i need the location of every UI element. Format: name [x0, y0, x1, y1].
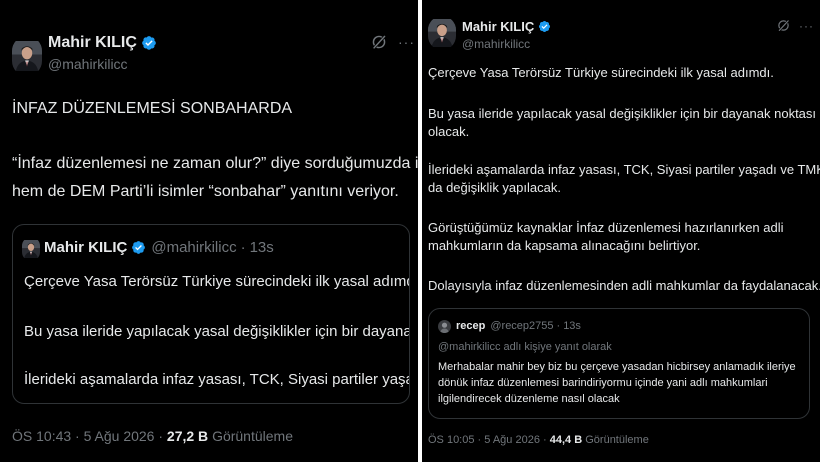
tweet-headline: İNFAZ DÜZENLEMESİ SONBAHARDA	[12, 100, 293, 117]
separator-dot: ·	[75, 428, 80, 444]
author-handle[interactable]: @mahirkilicc	[462, 37, 530, 51]
views-label: Görüntüleme	[585, 434, 649, 446]
more-icon[interactable]: ···	[398, 35, 415, 49]
tweet-time[interactable]: ÖS 10:05	[428, 434, 474, 446]
tweet-date[interactable]: 5 Ağu 2026	[84, 428, 155, 444]
grok-icon[interactable]	[370, 33, 388, 51]
tweet-text-line: mahkumların da kapsama alınacağını belir…	[428, 238, 701, 253]
quoted-avatar	[438, 320, 451, 333]
top-actions: ···	[776, 18, 814, 33]
quoted-text-line: Çerçeve Yasa Terörsüz Türkiye sürecindek…	[24, 273, 410, 290]
tweet-meta: ÖS 10:05 · 5 Ağu 2026 · 44,4 B Görüntüle…	[428, 434, 649, 446]
tweet-text-line: da değişiklik yapılacak.	[428, 180, 561, 195]
verified-badge-icon	[538, 20, 551, 33]
views-count: 44,4 B	[549, 434, 583, 446]
verified-badge-icon	[131, 240, 146, 255]
author-handle[interactable]: @mahirkilicc	[48, 56, 128, 72]
author-name[interactable]: Mahir KILIÇ	[48, 34, 137, 52]
views-label: Görüntüleme	[212, 428, 293, 444]
separator-dot: ·	[158, 428, 164, 444]
quoted-avatar	[22, 237, 40, 261]
more-icon[interactable]: ···	[799, 20, 814, 32]
quoted-text-line: ilgilendirecek düzenleme nasıl olacak	[438, 393, 620, 405]
tweet-time[interactable]: ÖS 10:43	[12, 428, 71, 444]
quoted-tweet[interactable]: Mahir KILIÇ @mahirkilicc · 13s Çerçeve Y…	[12, 224, 410, 404]
tweet-body-line: hem de DEM Parti’li isimler “sonbahar” y…	[12, 183, 399, 200]
quoted-header: Mahir KILIÇ @mahirkilicc · 13s	[44, 239, 274, 256]
tweet-meta: ÖS 10:43 · 5 Ağu 2026 · 27,2 B Görüntüle…	[12, 428, 293, 444]
quoted-text-line: Bu yasa ileride yapılacak yasal değişikl…	[24, 323, 409, 340]
quoted-author-name: recep	[456, 320, 486, 332]
right-tweet-panel: Mahir KILIÇ @mahirkilicc ··· Çerçeve Yas…	[422, 0, 820, 462]
top-actions: ···	[370, 33, 415, 51]
author-name-row[interactable]: Mahir KILIÇ	[462, 18, 551, 34]
quoted-author-handle: @mahirkilicc	[151, 239, 237, 256]
tweet-text-line: İlerideki aşamalarda infaz yasası, TCK, …	[428, 162, 820, 177]
quoted-text-line: İlerideki aşamalarda infaz yasası, TCK, …	[24, 371, 409, 388]
tweet-text-line: Çerçeve Yasa Terörsüz Türkiye sürecindek…	[428, 65, 774, 80]
tweet-text-line: Dolayısıyla infaz düzenlemesinden adli m…	[428, 278, 820, 293]
tweet-text-line: Bu yasa ileride yapılacak yasal değişikl…	[428, 106, 817, 121]
separator-dot: ·	[240, 239, 246, 256]
quoted-text-line: dönük infaz düzenlemesi barindiriyormu i…	[438, 377, 768, 389]
author-name[interactable]: Mahir KILIÇ	[462, 19, 534, 34]
quoted-tweet[interactable]: recep @recep2755 · 13s @mahirkilicc adlı…	[428, 308, 810, 419]
avatar[interactable]	[12, 36, 42, 76]
quoted-author-handle: @recep2755	[490, 320, 554, 332]
avatar[interactable]	[428, 16, 456, 50]
quoted-time: 13s	[249, 239, 274, 256]
quoted-author-name: Mahir KILIÇ	[44, 239, 128, 256]
left-tweet-panel: Mahir KILIÇ @mahirkilicc ··· İNFAZ DÜZEN…	[0, 0, 418, 462]
tweet-date[interactable]: 5 Ağu 2026	[484, 434, 540, 446]
quoted-time: 13s	[563, 320, 581, 332]
quoted-header: recep @recep2755 · 13s	[456, 320, 581, 332]
separator-dot: ·	[477, 434, 482, 446]
separator-dot: ·	[556, 320, 561, 332]
tweet-text-line: olacak.	[428, 124, 470, 139]
reply-note: @mahirkilicc adlı kişiye yanıt olarak	[438, 341, 612, 353]
views-count: 27,2 B	[166, 428, 209, 444]
tweet-text-line: Görüştüğümüz kaynaklar İnfaz düzenlemesi…	[428, 220, 784, 235]
grok-icon[interactable]	[776, 18, 791, 33]
verified-badge-icon	[141, 35, 157, 51]
quoted-text-line: Merhabalar mahir bey biz bu çerçeve yasa…	[438, 361, 796, 373]
author-name-row[interactable]: Mahir KILIÇ	[48, 33, 157, 53]
separator-dot: ·	[543, 434, 547, 446]
tweet-body-line: “İnfaz düzenlemesi ne zaman olur?” diye …	[12, 155, 418, 172]
